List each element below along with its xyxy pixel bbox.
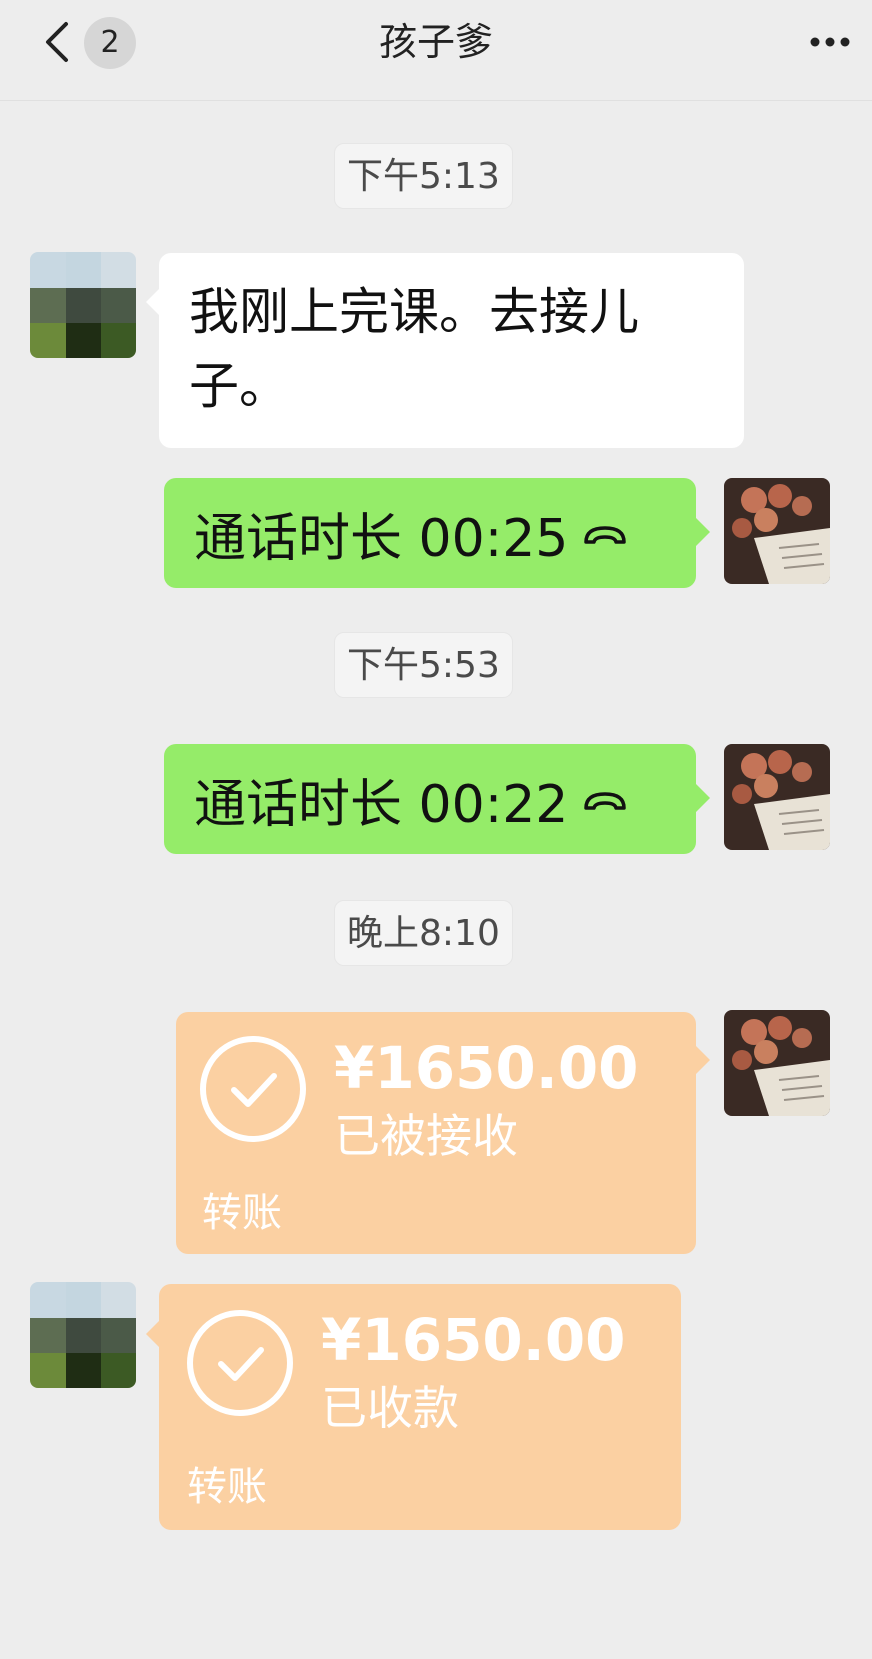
- voice-call-record[interactable]: 通话时长 00:25: [164, 478, 696, 588]
- call-duration-text: 通话时长 00:25: [194, 508, 569, 569]
- voice-call-record[interactable]: 通话时长 00:22: [164, 744, 696, 854]
- check-circle-icon: [187, 1310, 293, 1416]
- chat-title: 孩子爹: [378, 20, 493, 64]
- check-circle-icon: [200, 1036, 306, 1142]
- transfer-amount: ¥1650.00: [321, 1306, 626, 1374]
- bubble-tail: [146, 288, 160, 316]
- transfer-status: 已被接收: [334, 1109, 518, 1163]
- more-button[interactable]: [800, 20, 860, 64]
- bubble-tail: [146, 1320, 160, 1348]
- my-avatar-image: [724, 478, 830, 584]
- timestamp: 下午5:13: [334, 143, 513, 209]
- chat-header: 2 孩子爹: [0, 0, 872, 101]
- my-avatar[interactable]: [724, 744, 830, 850]
- bubble-tail: [696, 1046, 710, 1074]
- transfer-status: 已收款: [321, 1381, 459, 1435]
- transfer-card[interactable]: ¥1650.00 已收款 转账: [159, 1284, 681, 1530]
- call-duration-text: 通话时长 00:22: [194, 774, 569, 835]
- my-avatar[interactable]: [724, 478, 830, 584]
- transfer-label: 转账: [187, 1464, 267, 1510]
- phone-handset-icon: [582, 503, 628, 563]
- timestamp: 晚上8:10: [334, 900, 513, 966]
- bubble-tail: [696, 784, 710, 812]
- contact-avatar-image: [30, 1282, 136, 1388]
- bubble-tail: [696, 518, 710, 546]
- contact-avatar[interactable]: [30, 1282, 136, 1388]
- my-avatar-image: [724, 744, 830, 850]
- transfer-label: 转账: [202, 1190, 282, 1236]
- received-message[interactable]: 我刚上完课。去接儿子。: [159, 253, 744, 448]
- phone-handset-icon: [582, 769, 628, 829]
- transfer-card[interactable]: ¥1650.00 已被接收 转账: [176, 1012, 696, 1254]
- timestamp: 下午5:53: [334, 632, 513, 698]
- my-avatar-image: [724, 1010, 830, 1116]
- my-avatar[interactable]: [724, 1010, 830, 1116]
- contact-avatar-image: [30, 252, 136, 358]
- contact-avatar[interactable]: [30, 252, 136, 358]
- transfer-amount: ¥1650.00: [334, 1034, 639, 1102]
- more-dots-icon: [810, 37, 850, 47]
